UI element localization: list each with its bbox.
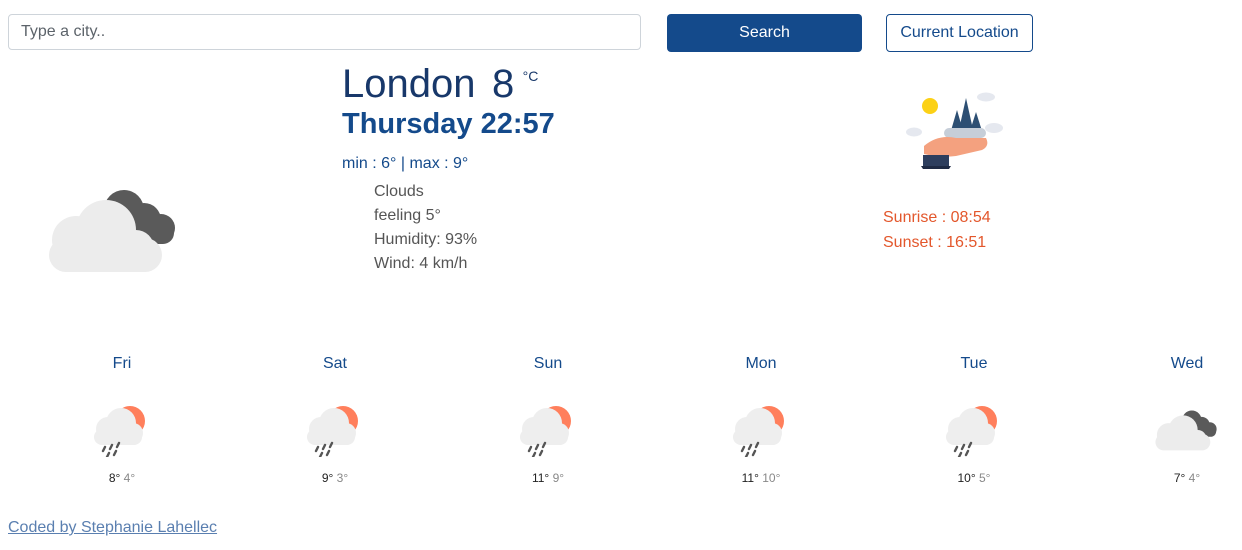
current-location-button[interactable]: Current Location [886, 14, 1033, 52]
forecast-temperatures: 11° 9° [493, 471, 603, 485]
forecast-min: 4° [1188, 471, 1201, 485]
broken-clouds-icon [44, 182, 184, 274]
forecast-day-4: Tue 10° 5° [919, 355, 1029, 485]
feels-like: feeling 5° [374, 207, 441, 224]
forecast-temperatures: 9° 3° [280, 471, 390, 485]
forecast-day-name: Sat [322, 355, 347, 372]
city-name: London [342, 62, 476, 106]
forecast-day-1: Sat 9° 3° [280, 355, 390, 485]
current-temperature: 8 [491, 62, 515, 106]
forecast-min: 10° [762, 471, 781, 485]
weather-description: Clouds [374, 183, 424, 200]
forecast-day-name: Tue [960, 355, 988, 372]
forecast-day-name: Fri [112, 355, 132, 372]
weather-illustration-icon [906, 92, 1003, 169]
sunset-time: Sunset : 16:51 [883, 234, 987, 251]
min-max-temperature: min : 6° | max : 9° [342, 155, 469, 172]
forecast-min: 3° [336, 471, 349, 485]
sunrise-time: Sunrise : 08:54 [883, 209, 991, 226]
sun-times: Sunrise : 08:54 Sunset : 16:51 [883, 205, 991, 255]
wind-speed: Wind: 4 km/h [374, 255, 468, 272]
forecast-day-name: Mon [745, 355, 777, 372]
forecast-temperatures: 8° 4° [67, 471, 177, 485]
forecast-max: 11° [531, 471, 550, 485]
rain-sun-icon [88, 401, 156, 457]
rain-sun-icon [514, 401, 582, 457]
rain-sun-icon [940, 401, 1008, 457]
forecast-min: 4° [123, 471, 136, 485]
forecast-max: 10° [957, 471, 976, 485]
forecast-max: 9° [321, 471, 334, 485]
current-datetime: Thursday 22:57 [342, 108, 555, 140]
forecast-temperatures: 11° 10° [706, 471, 816, 485]
city-temperature-heading: London 8 °C [342, 62, 538, 107]
forecast-day-5: Wed 7° 4° [1132, 355, 1242, 485]
rain-sun-icon [301, 401, 369, 457]
forecast-day-0: Fri 8° 4° [67, 355, 177, 485]
forecast-temperatures: 7° 4° [1132, 471, 1242, 485]
forecast-max: 8° [108, 471, 121, 485]
humidity: Humidity: 93% [374, 231, 478, 248]
temperature-unit: °C [522, 68, 539, 84]
broken-clouds-icon [1153, 401, 1221, 457]
forecast-min: 9° [552, 471, 565, 485]
rain-sun-icon [727, 401, 795, 457]
forecast-day-3: Mon 11° 10° [706, 355, 816, 485]
search-input[interactable] [8, 14, 641, 50]
forecast-max: 11° [741, 471, 759, 485]
forecast-temperatures: 10° 5° [919, 471, 1029, 485]
weather-details: Clouds feeling 5° Humidity: 93% Wind: 4 … [374, 180, 477, 276]
forecast-day-name: Wed [1170, 355, 1204, 372]
search-button[interactable]: Search [667, 14, 862, 52]
forecast-day-2: Sun 11° 9° [493, 355, 603, 485]
author-credit-link[interactable]: Coded by Stephanie Lahellec [8, 519, 217, 537]
forecast-min: 5° [979, 471, 991, 485]
forecast-max: 7° [1173, 471, 1186, 485]
forecast-day-name: Sun [533, 355, 563, 372]
